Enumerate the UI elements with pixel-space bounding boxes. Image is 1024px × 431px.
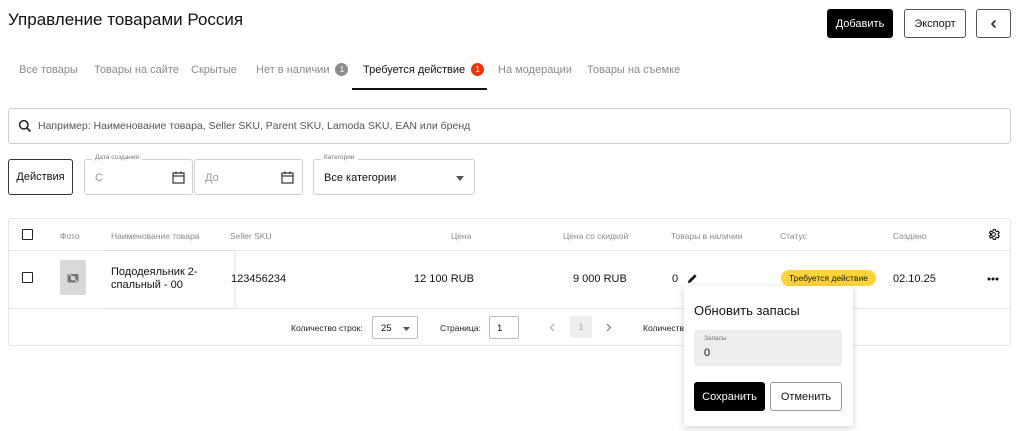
created-date-cell: 02.10.25	[893, 273, 936, 285]
edit-pencil-icon[interactable]	[687, 273, 698, 284]
stock-input-label: Запасы	[704, 335, 727, 342]
date-to-placeholder: До	[205, 172, 219, 184]
product-name-line2[interactable]: спальный - 00	[111, 279, 183, 291]
chevron-right-icon[interactable]	[605, 323, 612, 332]
tab-action-required[interactable]: Требуется действие 1	[363, 63, 485, 90]
calendar-icon[interactable]	[281, 171, 294, 184]
total-count-label: Количеств	[643, 323, 685, 333]
search-icon	[18, 119, 32, 133]
tab-label: Все товары	[19, 64, 78, 76]
stock-cell: 0	[672, 273, 679, 285]
col-price: Цена	[451, 231, 472, 241]
date-from-field[interactable]: Дата создания С	[84, 154, 193, 195]
row-checkbox[interactable]	[22, 272, 33, 283]
tab-label: Нет в наличии	[256, 64, 330, 76]
search-input[interactable]	[38, 120, 938, 132]
dropdown-arrow-icon	[456, 176, 464, 181]
more-options-icon[interactable]	[987, 277, 999, 281]
price-cell: 12 100 RUB	[414, 273, 474, 285]
category-legend: Категории	[321, 154, 358, 161]
chevron-left-icon[interactable]	[549, 323, 556, 332]
stock-input[interactable]: Запасы 0	[694, 330, 842, 366]
alert-badge: 1	[471, 63, 485, 76]
col-photo: Фото	[60, 231, 80, 241]
tab-all-products[interactable]: Все товары	[19, 64, 78, 90]
dropdown-arrow-icon	[403, 327, 410, 331]
col-seller-sku: Seller SKU	[230, 231, 272, 241]
date-created-legend: Дата создания	[92, 154, 143, 161]
update-stock-popover: Обновить запасы Запасы 0 Сохранить Отмен…	[684, 286, 853, 426]
tab-label: Товары на съемке	[587, 64, 681, 76]
row-divider	[9, 308, 1010, 309]
category-select[interactable]: Категории Все категории	[313, 154, 475, 195]
col-created: Создано	[893, 231, 927, 241]
tab-photoshoot[interactable]: Товары на съемке	[587, 64, 680, 90]
actions-button[interactable]: Действия	[8, 159, 73, 195]
chevron-left-icon	[990, 19, 996, 28]
tab-label: Товары на сайте	[94, 64, 179, 76]
add-button[interactable]: Добавить	[827, 9, 893, 38]
calendar-icon[interactable]	[172, 171, 185, 184]
col-discount-price: Цена со скидкой	[563, 231, 629, 241]
popover-title: Обновить запасы	[694, 303, 800, 318]
col-name: Наименование товара	[111, 231, 200, 241]
active-tab-indicator	[352, 88, 487, 90]
no-photo-icon	[67, 272, 79, 283]
products-table: Фото Наименование товара Seller SKU Цена…	[8, 218, 1011, 346]
tab-moderation[interactable]: На модерации	[498, 64, 572, 90]
rows-per-page-value: 25	[381, 323, 392, 334]
stock-input-value: 0	[704, 347, 711, 359]
seller-sku-cell: 123456234	[231, 273, 287, 285]
rows-per-page-label: Количество строк:	[291, 323, 363, 333]
tab-hidden[interactable]: Скрытые	[191, 64, 237, 90]
col-stock: Товары в наличии	[671, 231, 743, 241]
date-from-placeholder: С	[95, 172, 103, 184]
discount-price-cell: 9 000 RUB	[573, 273, 627, 285]
search-box	[8, 108, 1011, 144]
tab-label: Скрытые	[191, 64, 237, 76]
category-value: Все категории	[324, 172, 397, 184]
back-button[interactable]	[976, 9, 1011, 38]
page-input-value: 1	[497, 323, 503, 334]
export-button[interactable]: Экспорт	[904, 9, 966, 38]
page-title: Управление товарами Россия	[8, 10, 244, 29]
page-input[interactable]: 1	[489, 316, 519, 339]
settings-gear-icon[interactable]	[987, 228, 1000, 241]
count-badge: 1	[335, 63, 349, 76]
page-label: Страница:	[440, 323, 481, 333]
sticky-name-cell: Пододеяльник 2- спальный - 00	[103, 251, 234, 309]
rows-per-page-select[interactable]: 25	[372, 316, 418, 339]
product-thumbnail	[60, 260, 86, 295]
date-to-field[interactable]: До	[194, 159, 303, 195]
cancel-button[interactable]: Отменить	[770, 382, 842, 411]
tab-on-site[interactable]: Товары на сайте	[94, 64, 179, 90]
tab-label: На модерации	[498, 64, 572, 76]
save-button[interactable]: Сохранить	[694, 382, 765, 411]
product-name-line1[interactable]: Пододеяльник 2-	[111, 266, 198, 278]
tab-out-of-stock[interactable]: Нет в наличии 1	[256, 63, 349, 90]
status-badge: Требуется действие	[781, 270, 876, 286]
col-status: Статус	[780, 231, 807, 241]
select-all-checkbox[interactable]	[22, 229, 33, 240]
tab-label: Требуется действие	[363, 64, 466, 76]
current-page-button[interactable]: 1	[570, 316, 592, 338]
